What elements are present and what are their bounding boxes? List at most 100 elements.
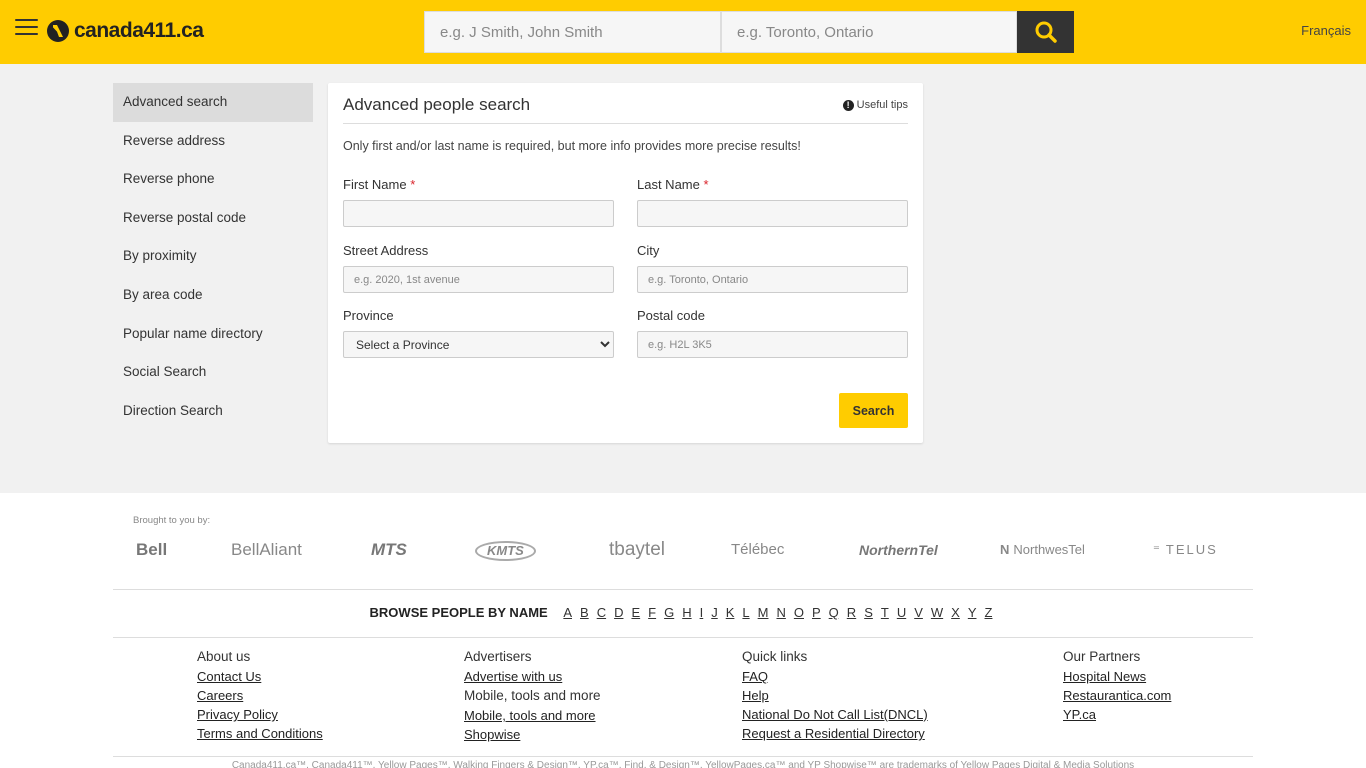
browse-letter-g[interactable]: G (664, 605, 674, 620)
browse-letter-m[interactable]: M (758, 605, 769, 620)
browse-letter-r[interactable]: R (847, 605, 856, 620)
footer-mobile-subtitle: Mobile, tools and more (464, 688, 601, 703)
bell-logo[interactable]: Bell (136, 539, 167, 561)
browse-letter-o[interactable]: O (794, 605, 804, 620)
browse-letter-f[interactable]: F (648, 605, 656, 620)
bellaliant-logo[interactable]: BellAliant (231, 539, 302, 561)
sidebar-item-popular-name-directory[interactable]: Popular name directory (113, 315, 313, 354)
footer-advertisers-title: Advertisers (464, 649, 532, 664)
where-search-input[interactable] (721, 11, 1017, 53)
footer-quick-links-column: Quick links FAQ Help National Do Not Cal… (742, 649, 928, 745)
footer-link-ypca[interactable]: YP.ca (1063, 707, 1171, 722)
last-name-input[interactable] (637, 200, 908, 227)
first-name-label-text: First Name (343, 177, 407, 192)
browse-letter-a[interactable]: A (563, 605, 572, 620)
browse-letter-l[interactable]: L (742, 605, 749, 620)
browse-letter-i[interactable]: I (700, 605, 704, 620)
browse-letter-t[interactable]: T (881, 605, 889, 620)
telus-logo[interactable]: ⁼ TELUS (1153, 539, 1218, 561)
footer-link-request-directory[interactable]: Request a Residential Directory (742, 726, 928, 741)
info-icon: ! (842, 99, 854, 111)
footer-link-dncl[interactable]: National Do Not Call List(DNCL) (742, 707, 928, 722)
language-toggle-link[interactable]: Français (1301, 23, 1351, 38)
useful-tips-link[interactable]: ! Useful tips (842, 99, 908, 111)
footer-link-mobile-tools[interactable]: Mobile, tools and more (464, 708, 601, 723)
footer-quick-links-title: Quick links (742, 649, 808, 664)
tbaytel-logo[interactable]: tbaytel (609, 539, 665, 561)
kmts-logo[interactable]: KMTS (475, 541, 536, 561)
search-submit-button[interactable]: Search (839, 393, 908, 428)
footer-link-faq[interactable]: FAQ (742, 669, 928, 684)
browse-letter-c[interactable]: C (597, 605, 606, 620)
footer-link-contact-us[interactable]: Contact Us (197, 669, 323, 684)
advanced-search-card: Advanced people search ! Useful tips Onl… (328, 83, 923, 443)
postal-code-input[interactable] (637, 331, 908, 358)
browse-letter-w[interactable]: W (931, 605, 943, 620)
footer-link-terms[interactable]: Terms and Conditions (197, 726, 323, 741)
menu-icon[interactable] (15, 19, 38, 37)
sidebar-item-advanced-search[interactable]: Advanced search (113, 83, 313, 122)
sidebar-item-reverse-phone[interactable]: Reverse phone (113, 160, 313, 199)
city-input[interactable] (637, 266, 908, 293)
browse-letter-d[interactable]: D (614, 605, 623, 620)
who-search-input[interactable] (424, 11, 721, 53)
sidebar-nav: Advanced search Reverse address Reverse … (113, 83, 313, 430)
header-search (424, 11, 1074, 53)
footer-link-restaurantica[interactable]: Restaurantica.com (1063, 688, 1171, 703)
browse-letter-x[interactable]: X (951, 605, 960, 620)
form-intro-text: Only first and/or last name is required,… (343, 139, 801, 153)
browse-letter-h[interactable]: H (682, 605, 691, 620)
footer-link-hospital-news[interactable]: Hospital News (1063, 669, 1171, 684)
street-address-label: Street Address (343, 243, 429, 258)
footer-link-advertise[interactable]: Advertise with us (464, 669, 601, 684)
browse-letter-p[interactable]: P (812, 605, 821, 620)
telebec-logo[interactable]: Télébec (731, 539, 784, 561)
telus-mark-icon: ⁼ (1153, 542, 1162, 557)
sidebar-item-by-proximity[interactable]: By proximity (113, 237, 313, 276)
northwestel-mark-icon: N (1000, 542, 1010, 557)
browse-letter-j[interactable]: J (711, 605, 718, 620)
footer-link-help[interactable]: Help (742, 688, 928, 703)
province-label: Province (343, 308, 394, 323)
northwestel-logo[interactable]: N NorthwesTel (1000, 539, 1085, 561)
sidebar-item-reverse-postal-code[interactable]: Reverse postal code (113, 199, 313, 238)
sidebar-item-direction-search[interactable]: Direction Search (113, 392, 313, 431)
postal-code-group: Postal code (637, 308, 908, 358)
site-logo[interactable]: canada411.ca (47, 17, 204, 45)
browse-letter-u[interactable]: U (897, 605, 906, 620)
browse-label: BROWSE PEOPLE BY NAME (369, 605, 548, 620)
sidebar-item-by-area-code[interactable]: By area code (113, 276, 313, 315)
browse-letter-n[interactable]: N (776, 605, 785, 620)
footer-divider (113, 756, 1253, 757)
street-address-input[interactable] (343, 266, 614, 293)
page-title: Advanced people search (343, 95, 531, 114)
walking-fingers-icon (47, 20, 69, 42)
browse-letter-b[interactable]: B (580, 605, 589, 620)
browse-letter-v[interactable]: V (914, 605, 923, 620)
header-search-button[interactable] (1017, 11, 1074, 53)
required-marker: * (410, 177, 416, 192)
northwestel-logo-text: NorthwesTel (1013, 542, 1085, 557)
footer-link-privacy-policy[interactable]: Privacy Policy (197, 707, 323, 722)
mts-logo[interactable]: MTS (371, 539, 407, 561)
browse-letter-s[interactable]: S (864, 605, 873, 620)
sidebar-item-social-search[interactable]: Social Search (113, 353, 313, 392)
first-name-input[interactable] (343, 200, 614, 227)
browse-letter-e[interactable]: E (631, 605, 640, 620)
browse-letter-z[interactable]: Z (985, 605, 993, 620)
street-address-group: Street Address (343, 243, 614, 293)
browse-letter-q[interactable]: Q (829, 605, 839, 620)
browse-letter-y[interactable]: Y (968, 605, 977, 620)
province-select[interactable]: Select a Province (343, 331, 614, 358)
last-name-label-text: Last Name (637, 177, 700, 192)
main-content: Advanced search Reverse address Reverse … (0, 64, 1366, 493)
footer-partners-title: Our Partners (1063, 649, 1141, 664)
browse-by-name: BROWSE PEOPLE BY NAME ABCDEFGHIJKLMNOPQR… (113, 590, 1253, 638)
footer-link-careers[interactable]: Careers (197, 688, 323, 703)
northerntel-logo[interactable]: NorthernTel (859, 539, 938, 561)
sidebar-item-reverse-address[interactable]: Reverse address (113, 122, 313, 161)
footer-link-shopwise[interactable]: Shopwise (464, 727, 601, 742)
browse-letter-k[interactable]: K (726, 605, 735, 620)
search-icon (1035, 21, 1057, 43)
required-marker: * (703, 177, 709, 192)
